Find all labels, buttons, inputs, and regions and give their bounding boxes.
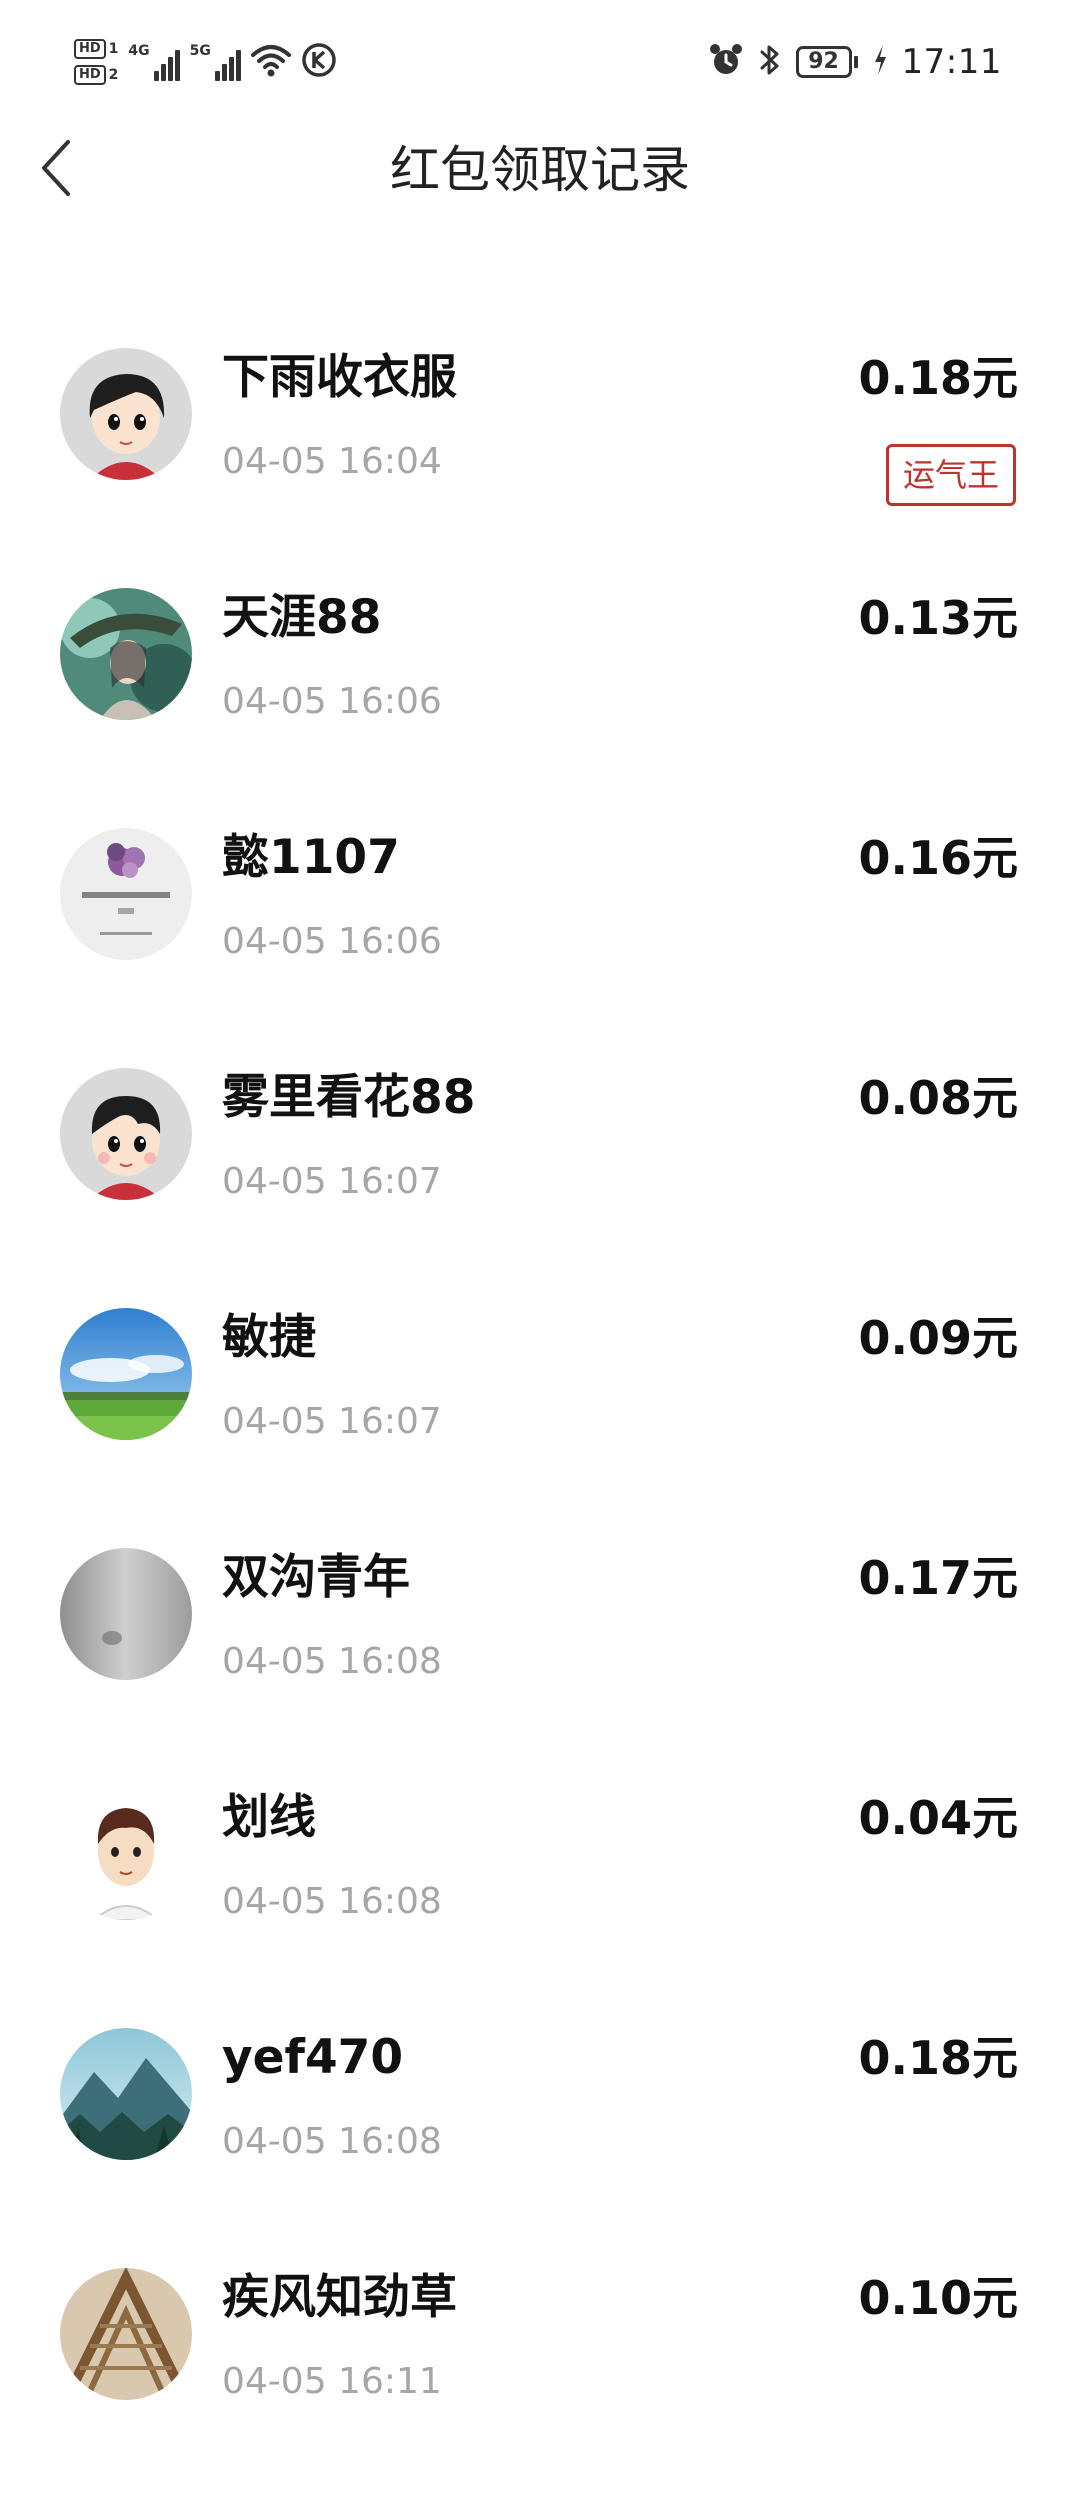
- cartoon-girl-avatar-icon: [60, 348, 192, 480]
- user-name: yef470: [222, 2030, 404, 2085]
- hd-sim1-index: 1: [108, 41, 119, 57]
- amount: 0.08元: [858, 1071, 1019, 1125]
- user-name: 敏捷: [222, 1310, 316, 1365]
- mountain-lake-avatar-icon: [60, 2028, 192, 2160]
- receive-time: 04-05 16:06: [222, 681, 442, 722]
- avatar[interactable]: [60, 2268, 192, 2400]
- amount: 0.16元: [858, 831, 1019, 885]
- status-bar-left: HD 1 HD 2 4G 5G: [74, 32, 337, 92]
- avatar[interactable]: [60, 2028, 192, 2160]
- avatar[interactable]: [60, 1308, 192, 1440]
- avatar[interactable]: [60, 348, 192, 480]
- receive-time: 04-05 16:07: [222, 1161, 442, 1202]
- user-name: 双沟青年: [222, 1550, 410, 1605]
- record-row[interactable]: 划线 04-05 16:08 0.04元: [0, 1780, 1080, 2020]
- gray-photo-avatar-icon: [60, 1548, 192, 1680]
- user-name: 下雨收衣服: [222, 350, 457, 405]
- hd-sim2-indicator: HD 2: [74, 65, 118, 85]
- battery-level: 92: [795, 46, 852, 78]
- receive-time: 04-05 16:08: [222, 1641, 442, 1682]
- page-title: 红包领取记录: [390, 141, 690, 199]
- hd-sim1-label: HD: [74, 39, 106, 59]
- record-row[interactable]: 懿1107 04-05 16:06 0.16元: [0, 820, 1080, 1060]
- wooden-frame-avatar-icon: [60, 2268, 192, 2400]
- bluetooth-icon: [758, 42, 782, 82]
- amount: 0.18元: [858, 351, 1019, 405]
- avatar[interactable]: [60, 1068, 192, 1200]
- signal-5g-icon: 5G: [190, 43, 241, 81]
- user-name: 懿1107: [222, 830, 400, 885]
- cartoon-man-avatar-icon: [60, 1788, 192, 1920]
- record-row[interactable]: 雾里看花88 04-05 16:07 0.08元: [0, 1060, 1080, 1300]
- user-name: 划线: [222, 1790, 316, 1845]
- amount: 0.10元: [858, 2271, 1019, 2325]
- amount: 0.17元: [858, 1551, 1019, 1605]
- header-bar: 红包领取记录: [0, 120, 1080, 220]
- battery-icon: 92: [795, 46, 858, 78]
- user-name: 疾风知劲草: [222, 2270, 457, 2325]
- flower-card-avatar-icon: [60, 828, 192, 960]
- receive-time: 04-05 16:07: [222, 1401, 442, 1442]
- wifi-icon: [250, 43, 291, 81]
- avatar[interactable]: [60, 1788, 192, 1920]
- amount: 0.18元: [858, 2031, 1019, 2085]
- avatar[interactable]: [60, 1548, 192, 1680]
- status-bar-right: 92 17:11: [708, 32, 1002, 92]
- avatar[interactable]: [60, 828, 192, 960]
- luckiest-badge: 运气王: [885, 444, 1016, 506]
- hd-indicators: HD 1 HD 2: [74, 39, 118, 85]
- signal-4g-icon: 4G: [128, 43, 180, 81]
- record-row[interactable]: 敏捷 04-05 16:07 0.09元: [0, 1300, 1080, 1540]
- hd-sim2-label: HD: [74, 65, 106, 85]
- receive-time: 04-05 16:08: [222, 1881, 442, 1922]
- user-name: 雾里看花88: [222, 1070, 476, 1125]
- receive-time: 04-05 16:06: [222, 921, 442, 962]
- hd-sim1-indicator: HD 1: [74, 39, 118, 59]
- red-packet-record-list: 下雨收衣服 04-05 16:04 0.18元 运气王 天涯88 04-05 1…: [0, 340, 1080, 2500]
- record-row[interactable]: 疾风知劲草 04-05 16:11 0.10元: [0, 2260, 1080, 2500]
- record-row[interactable]: 下雨收衣服 04-05 16:04 0.18元 运气王: [0, 340, 1080, 580]
- sky-meadow-avatar-icon: [60, 1308, 192, 1440]
- receive-time: 04-05 16:08: [222, 2121, 442, 2162]
- receive-time: 04-05 16:04: [222, 441, 442, 482]
- status-bar-time: 17:11: [901, 42, 1002, 82]
- k-circle-icon: [301, 42, 337, 82]
- record-row[interactable]: 双沟青年 04-05 16:08 0.17元: [0, 1540, 1080, 1780]
- cartoon-boy-avatar-icon: [60, 1068, 192, 1200]
- record-row[interactable]: yef470 04-05 16:08 0.18元: [0, 2020, 1080, 2260]
- alarm-icon: [708, 42, 744, 82]
- amount: 0.04元: [858, 1791, 1019, 1845]
- amount: 0.09元: [858, 1311, 1019, 1365]
- painting-portrait-avatar-icon: [60, 588, 192, 720]
- net-4g-label: 4G: [128, 43, 150, 59]
- user-name: 天涯88: [222, 590, 382, 645]
- status-bar: HD 1 HD 2 4G 5G 92 17:11: [0, 0, 1080, 130]
- hd-sim2-index: 2: [108, 67, 119, 83]
- avatar[interactable]: [60, 588, 192, 720]
- receive-time: 04-05 16:11: [222, 2361, 442, 2402]
- amount: 0.13元: [858, 591, 1019, 645]
- net-5g-label: 5G: [189, 43, 211, 59]
- charging-icon: [872, 43, 888, 81]
- record-row[interactable]: 天涯88 04-05 16:06 0.13元: [0, 580, 1080, 820]
